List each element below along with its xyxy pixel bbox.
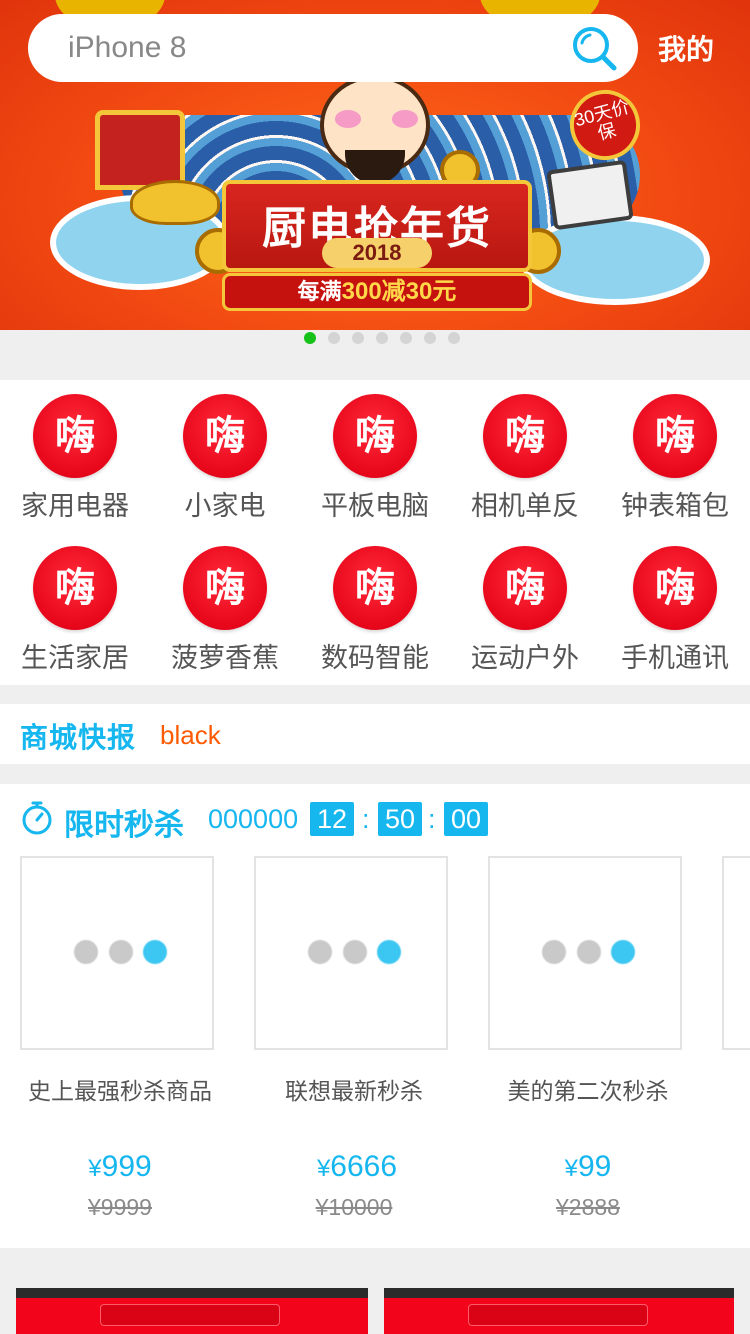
category-label: 生活家居: [21, 643, 129, 673]
cheek-decoration: [335, 110, 361, 128]
category-item[interactable]: 嗨 生活家居: [0, 532, 150, 682]
loading-dot: [109, 940, 133, 964]
product-image-placeholder[interactable]: [488, 856, 682, 1050]
carousel-dot[interactable]: [448, 332, 460, 344]
cheek-decoration: [392, 110, 418, 128]
category-item[interactable]: 嗨 相机单反: [450, 380, 600, 530]
product-name[interactable]: 美的第二次秒杀: [471, 1072, 705, 1106]
category-item[interactable]: 嗨 菠萝香蕉: [150, 532, 300, 682]
category-item[interactable]: 嗨 小家电: [150, 380, 300, 530]
flash-sale-section: 限时秒杀 000000 12 : 50 : 00 史上最强秒杀商品 ¥999 ¥…: [0, 784, 750, 1248]
news-ticker[interactable]: 商城快报 black: [0, 704, 750, 764]
my-account-link[interactable]: 我的: [658, 28, 714, 68]
strip-top-bar: [16, 1288, 368, 1298]
category-icon: 嗨: [333, 546, 417, 630]
loading-dot: [542, 940, 566, 964]
loading-dot: [343, 940, 367, 964]
carousel-dot[interactable]: [400, 332, 412, 344]
category-icon: 嗨: [183, 394, 267, 478]
banner-promo: 每满300减30元: [222, 273, 532, 311]
winner-ticker-bar: [468, 1304, 648, 1326]
original-price: ¥2888: [556, 1194, 620, 1220]
product-image-placeholder[interactable]: [722, 856, 750, 1050]
countdown-hours: 12: [310, 802, 354, 836]
winner-ticker-bar: [100, 1304, 280, 1326]
category-label: 小家电: [184, 491, 266, 521]
carousel-dot[interactable]: [424, 332, 436, 344]
gold-ingot-decoration: [130, 180, 220, 225]
category-icon: 嗨: [33, 546, 117, 630]
countdown-separator: :: [362, 804, 370, 834]
category-item[interactable]: 嗨 平板电脑: [300, 380, 450, 530]
strip-top-bar: [384, 1288, 734, 1298]
promo-prefix: 每满: [297, 279, 342, 304]
loading-dot: [74, 940, 98, 964]
product-price: ¥99: [471, 1150, 705, 1184]
category-label: 手机通讯: [621, 643, 729, 673]
currency-symbol: ¥: [316, 1155, 331, 1182]
category-label: 平板电脑: [321, 491, 429, 521]
countdown-prefix: 000000: [208, 804, 299, 834]
countdown-minutes: 50: [378, 802, 422, 836]
product-image-placeholder[interactable]: [254, 856, 448, 1050]
product-name[interactable]: 史上最强秒杀商品: [3, 1072, 237, 1106]
product-price: ¥999: [3, 1150, 237, 1184]
category-grid: 嗨 家用电器 嗨 小家电 嗨 平板电脑 嗨 相机单反 嗨 钟表箱包 嗨 生活家居…: [0, 380, 750, 685]
price-value: 999: [101, 1150, 152, 1183]
original-price: ¥10000: [315, 1194, 393, 1220]
carousel-dot[interactable]: [376, 332, 388, 344]
search-icon[interactable]: [570, 24, 618, 72]
banner-year: 2018: [322, 238, 432, 268]
bottom-banner-right[interactable]: [384, 1288, 734, 1334]
currency-symbol: ¥: [88, 1155, 102, 1182]
carousel-indicator: [0, 330, 750, 380]
category-icon: 嗨: [483, 394, 567, 478]
search-input[interactable]: iPhone 8: [68, 14, 186, 82]
countdown-seconds: 00: [444, 802, 488, 836]
category-icon: 嗨: [483, 546, 567, 630]
currency-symbol: ¥: [564, 1155, 578, 1182]
stopwatch-icon: [22, 801, 52, 835]
gate-decoration: [95, 110, 185, 190]
category-label: 数码智能: [321, 643, 429, 673]
loading-dot: [143, 940, 167, 964]
category-item[interactable]: 嗨 数码智能: [300, 532, 450, 682]
category-icon: 嗨: [33, 394, 117, 478]
product-name[interactable]: 联想最新秒杀: [237, 1072, 471, 1106]
category-item[interactable]: 嗨 运动户外: [450, 532, 600, 682]
category-label: 相机单反: [471, 491, 579, 521]
carousel-dot[interactable]: [328, 332, 340, 344]
loading-dot: [577, 940, 601, 964]
category-icon: 嗨: [183, 546, 267, 630]
carousel-dot[interactable]: [304, 332, 316, 344]
category-label: 钟表箱包: [621, 491, 729, 521]
category-label: 菠萝香蕉: [171, 643, 279, 673]
loading-dot: [611, 940, 635, 964]
product-image-placeholder[interactable]: [20, 856, 214, 1050]
news-brand: 商城快报: [20, 722, 137, 753]
loading-dot: [308, 940, 332, 964]
appliance-illustration: [546, 159, 634, 231]
category-item[interactable]: 嗨 家用电器: [0, 380, 150, 530]
product-price: ¥6666: [240, 1150, 474, 1184]
category-icon: 嗨: [633, 394, 717, 478]
flash-sale-title: 限时秒杀: [64, 809, 184, 842]
price-value: 99: [577, 1150, 612, 1183]
countdown-separator: :: [428, 804, 436, 834]
loading-dot: [377, 940, 401, 964]
promo-highlight: 300减30元: [341, 278, 457, 305]
price-value: 6666: [330, 1150, 398, 1183]
original-price: ¥9999: [88, 1194, 152, 1220]
category-item[interactable]: 嗨 钟表箱包: [600, 380, 750, 530]
category-icon: 嗨: [633, 546, 717, 630]
category-label: 运动户外: [471, 643, 579, 673]
category-item[interactable]: 嗨 手机通讯: [600, 532, 750, 682]
carousel-dot[interactable]: [352, 332, 364, 344]
search-bar[interactable]: iPhone 8: [28, 14, 638, 82]
bottom-banner-left[interactable]: [16, 1288, 368, 1334]
category-icon: 嗨: [333, 394, 417, 478]
news-message[interactable]: black: [160, 720, 221, 751]
category-label: 家用电器: [21, 491, 129, 521]
